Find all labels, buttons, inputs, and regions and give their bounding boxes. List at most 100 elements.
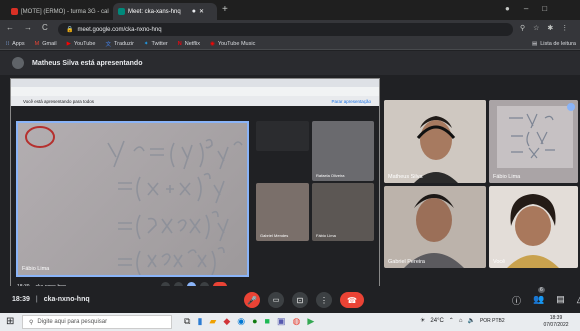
- browser-tab-classroom[interactable]: [MOTE] (ERMO) - turma 3G - cal ✕: [6, 3, 110, 20]
- whiteboard-name: Fábio Lima: [22, 266, 50, 272]
- participant-tile-matheus: Matheus Silva: [384, 100, 486, 183]
- reading-list[interactable]: ▤ Lista de leitura: [532, 41, 576, 47]
- presenter-avatar: [12, 57, 24, 69]
- teams-icon[interactable]: ▣: [277, 316, 286, 327]
- bookmark-youtube[interactable]: ▶ YouTube: [67, 41, 96, 47]
- inner-address-bar: [11, 87, 379, 96]
- minimize-icon[interactable]: –: [524, 4, 528, 13]
- person-gabriel: [384, 186, 486, 268]
- camera-icon[interactable]: ▭: [268, 292, 284, 308]
- twitter-icon: ✦: [143, 40, 149, 47]
- translate-icon: 文: [105, 41, 111, 48]
- meeting-info: 18:39 | cka-nxno-hnq: [12, 296, 90, 303]
- inner-tile-gabriel: Gabriel Mendes: [256, 183, 309, 241]
- netflix-icon: N: [177, 40, 182, 47]
- explorer-icon[interactable]: ▮: [197, 316, 202, 327]
- handwriting-drawing: [25, 126, 243, 275]
- toolbar-icons: ⚲ ☆ ✱ ⋮: [520, 24, 568, 32]
- lock-icon: 🔒: [66, 27, 74, 33]
- bookmark-gmail[interactable]: M Gmail: [35, 41, 57, 47]
- participant-name: Gabriel Pereira: [388, 259, 425, 265]
- zoom-icon[interactable]: ⚲: [520, 24, 525, 32]
- youtube-icon: ▶: [66, 40, 71, 47]
- stop-presenting-button[interactable]: Parar apresentação: [331, 99, 371, 104]
- speaking-indicator-icon: [567, 103, 575, 111]
- present-screen-icon[interactable]: ⊡: [292, 292, 308, 308]
- xbox-icon[interactable]: ●: [252, 316, 257, 327]
- inner-screen-preview: [256, 121, 309, 151]
- new-tab-icon[interactable]: +: [222, 4, 228, 15]
- tray-up-icon[interactable]: ⌃: [449, 317, 454, 324]
- participant-name: Matheus Silva: [388, 174, 423, 180]
- presenting-text: Matheus Silva está apresentando: [32, 59, 143, 67]
- inner-notice: Você está apresentando para todos Parar …: [11, 96, 379, 106]
- bookmarks-bar: ⁞⁞ Apps M Gmail ▶ YouTube 文 Traduzir ✦ Twitte…: [0, 38, 580, 50]
- clock[interactable]: 18:39 07/07/2022: [538, 315, 574, 329]
- nav-buttons: ← → C: [6, 23, 48, 32]
- spotify-icon[interactable]: ■: [265, 316, 270, 327]
- whiteboard-video: Fábio Lima: [16, 121, 249, 277]
- presenting-banner: Matheus Silva está apresentando: [0, 51, 580, 75]
- back-icon[interactable]: ←: [6, 23, 14, 32]
- bookmark-youtube-music[interactable]: ◉ YouTube Music: [210, 41, 255, 47]
- bookmark-twitter[interactable]: ✦ Twitter: [144, 41, 168, 47]
- weather-icon: ☀: [420, 318, 426, 324]
- bookmark-netflix[interactable]: N Netflix: [178, 41, 200, 47]
- profile-icon[interactable]: ●: [505, 4, 510, 13]
- language-indicator[interactable]: POR PTB2: [480, 318, 505, 324]
- taskbar-search[interactable]: ⚲ Digite aqui para pesquisar: [22, 315, 172, 329]
- bookmark-translate[interactable]: 文 Traduzir: [105, 40, 133, 48]
- taskbar-search-placeholder: Digite aqui para pesquisar: [37, 319, 108, 325]
- search-icon: ⚲: [29, 319, 34, 326]
- office-icon[interactable]: ◆: [223, 316, 230, 327]
- apps-grid-icon: ⁞⁞: [6, 40, 10, 47]
- forward-icon[interactable]: →: [24, 23, 32, 32]
- recording-dot-icon: ●: [191, 8, 196, 15]
- browser-tab-meet[interactable]: Meet: cka-xans-hnq ● ✕: [113, 3, 217, 20]
- maximize-icon[interactable]: □: [542, 4, 547, 13]
- task-view-icon[interactable]: ⧉: [184, 316, 190, 327]
- meeting-time: 18:39: [12, 296, 30, 303]
- more-options-icon[interactable]: ⋮: [316, 292, 332, 308]
- info-icon[interactable]: ⓘ: [512, 294, 521, 307]
- star-icon[interactable]: ☆: [533, 24, 539, 32]
- omnibox[interactable]: 🔒 meet.google.com/cka-nxno-hnq: [58, 23, 513, 36]
- reload-icon[interactable]: C: [42, 23, 48, 32]
- meet-side-controls: ⓘ 👥6 ▤ △: [512, 287, 580, 307]
- url-text: meet.google.com/cka-nxno-hnq: [77, 26, 162, 33]
- windows-start-icon[interactable]: ⊞: [6, 316, 14, 327]
- system-tray: ☀ 24°C ⌃ ⌂ 🔈 POR PTB2: [420, 317, 505, 325]
- person-self: [489, 186, 578, 268]
- tab-label: Meet: cka-xans-hnq: [128, 8, 181, 15]
- inner-tile-rafaela: Rafaela Oliveira: [312, 121, 374, 181]
- call-controls: 🎤 ▭ ⊡ ⋮ ☎: [244, 292, 364, 308]
- participant-tile-fabio: Fábio Lima: [489, 100, 578, 183]
- bookmark-apps[interactable]: ⁞⁞ Apps: [6, 41, 25, 47]
- meet-app-icon[interactable]: ▶: [307, 316, 314, 327]
- weather-temp: 24°C: [430, 317, 444, 324]
- reading-list-icon: ▤: [532, 40, 538, 47]
- people-icon[interactable]: 👥 6: [533, 287, 545, 307]
- mic-off-icon[interactable]: 🎤: [244, 292, 260, 308]
- hang-up-icon[interactable]: ☎: [340, 292, 364, 308]
- youtube-music-icon: ◉: [210, 40, 215, 47]
- extensions-icon[interactable]: ✱: [547, 24, 553, 32]
- close-icon[interactable]: ✕: [199, 8, 204, 15]
- network-icon[interactable]: ⌂: [459, 318, 463, 324]
- folder-icon[interactable]: ▰: [209, 316, 216, 327]
- meeting-code: cka-nxno-hnq: [43, 296, 90, 303]
- window-controls: ● – □: [505, 4, 575, 13]
- inner-tab-bar: [11, 79, 379, 87]
- participant-name: Fábio Lima: [493, 174, 521, 180]
- participant-tile-gabriel: Gabriel Pereira: [384, 186, 486, 268]
- inner-tile-fabio: Fábio Lima: [312, 183, 374, 241]
- board-fabio: [489, 100, 578, 183]
- chat-icon[interactable]: ▤: [556, 294, 565, 307]
- edge-icon[interactable]: ◉: [237, 316, 245, 327]
- chrome-icon[interactable]: ◍: [292, 316, 300, 327]
- menu-icon[interactable]: ⋮: [561, 24, 568, 32]
- person-matheus: [384, 100, 486, 183]
- gmail-icon: M: [34, 40, 40, 47]
- meet-favicon-icon: [118, 8, 125, 15]
- volume-icon[interactable]: 🔈: [467, 317, 474, 324]
